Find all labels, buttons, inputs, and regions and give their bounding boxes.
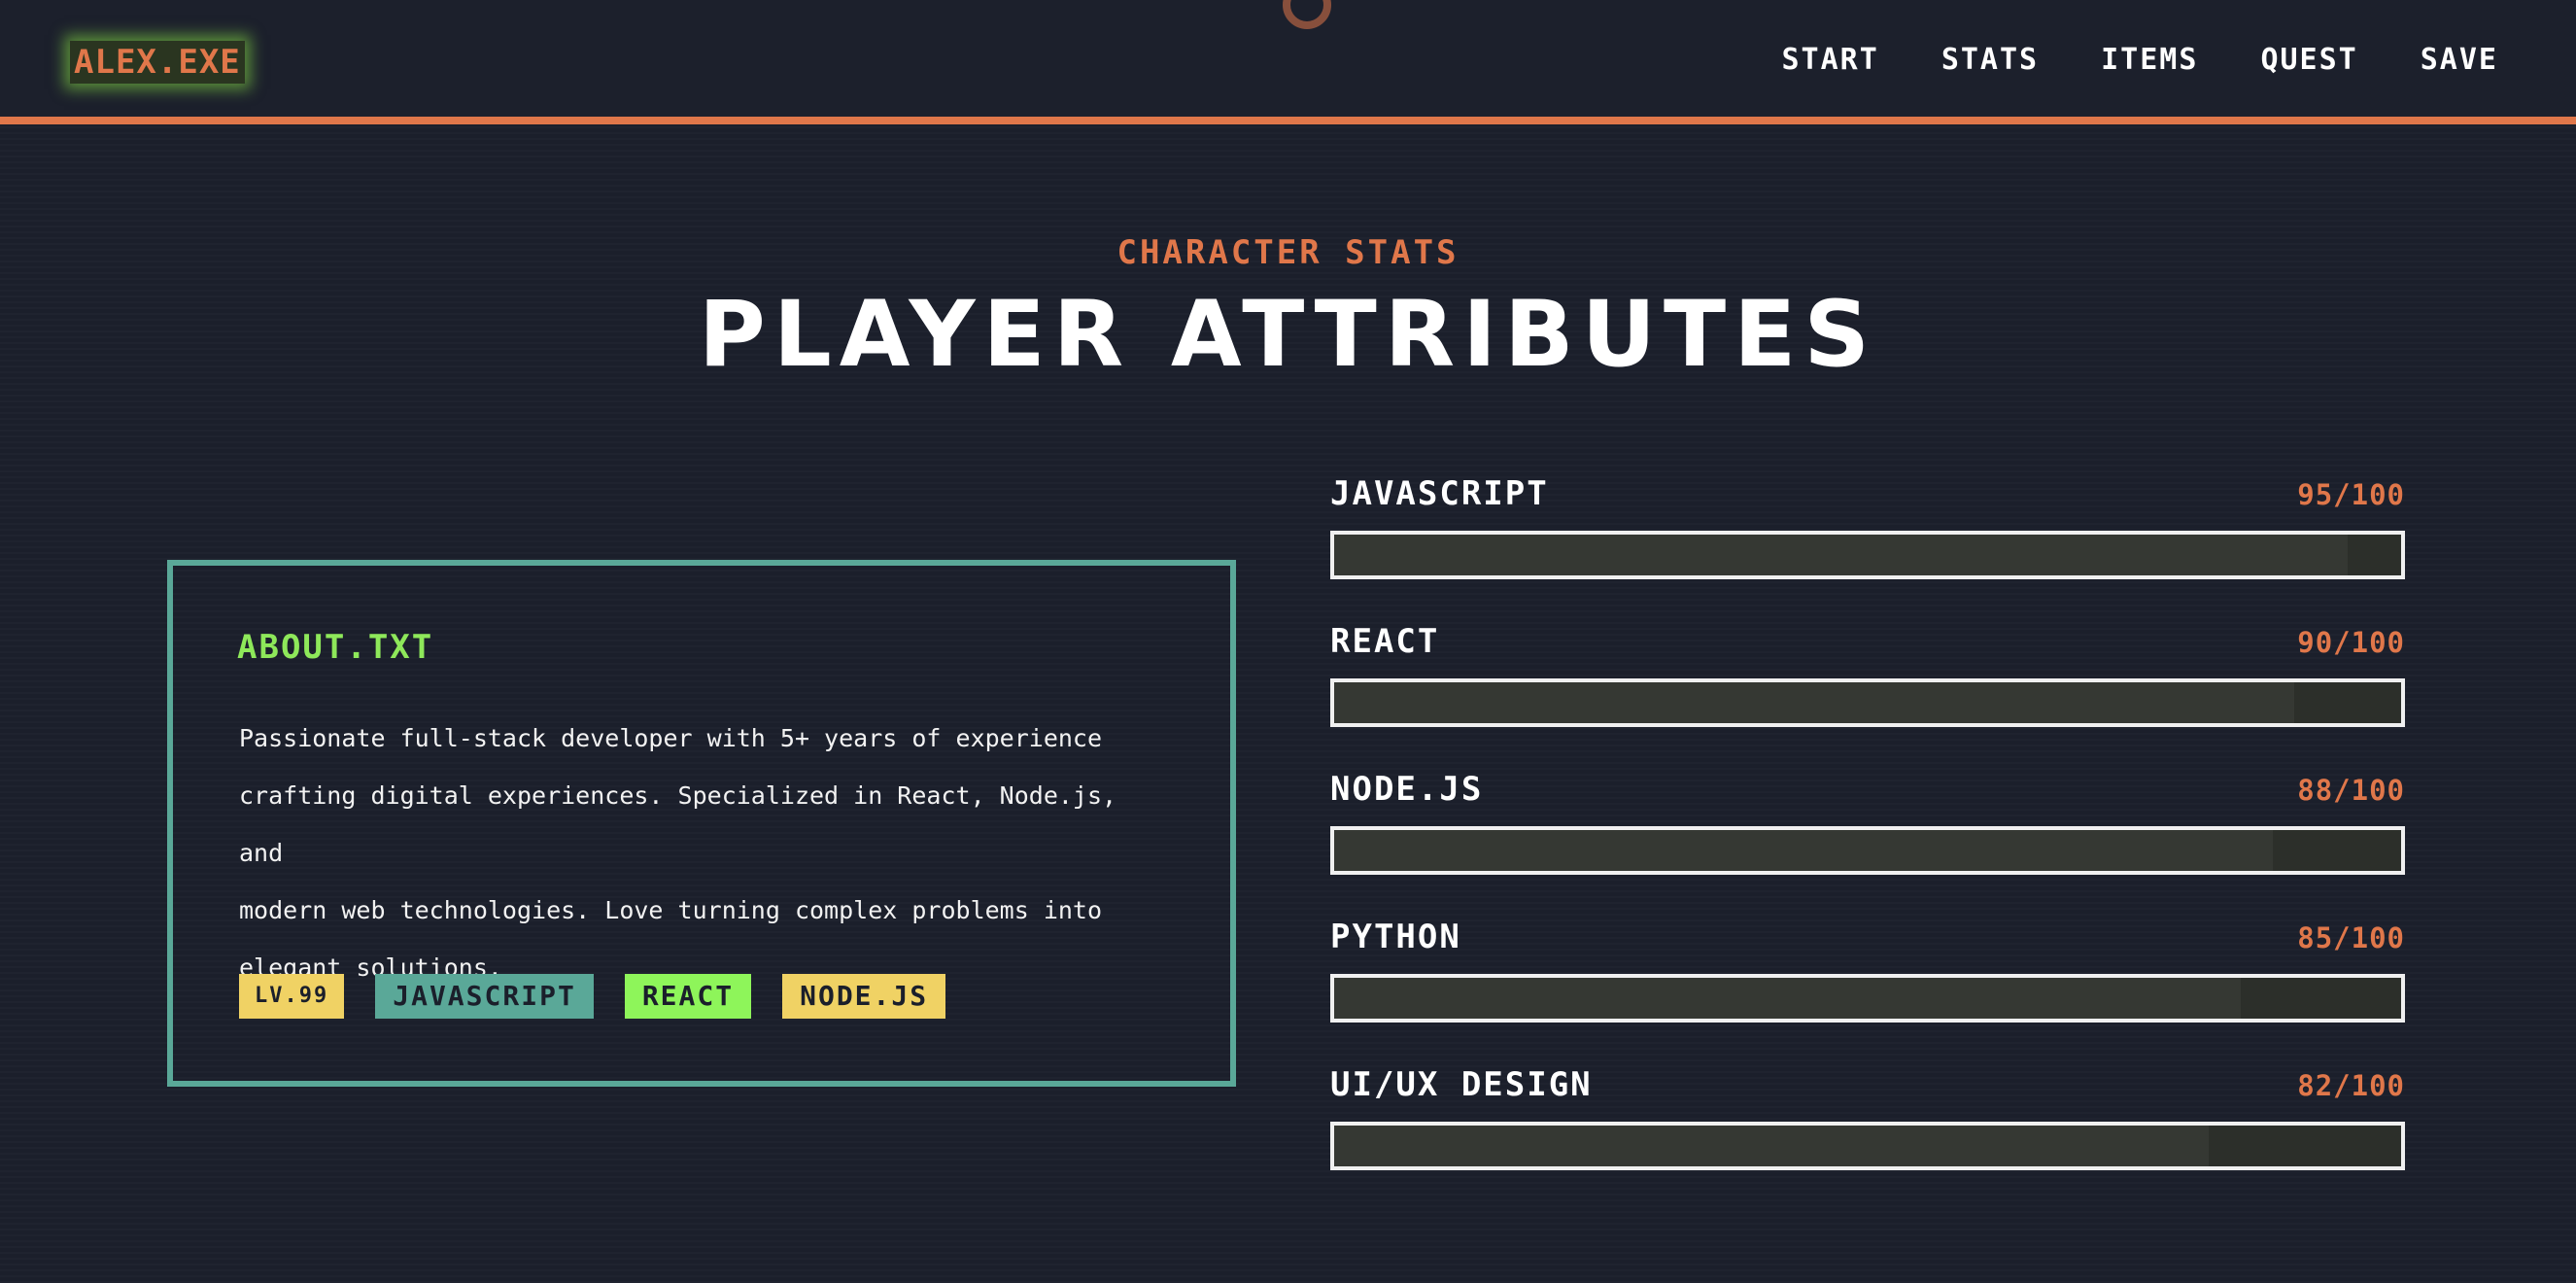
about-title: ABOUT.TXT <box>237 628 434 667</box>
about-text: Passionate full-stack developer with 5+ … <box>239 710 1172 996</box>
main-nav: START STATS ITEMS QUEST SAVE <box>1782 43 2499 77</box>
skill-bar <box>1330 826 2405 875</box>
about-line: crafting digital experiences. Specialize… <box>239 781 1117 867</box>
top-nav-bar: ALEX.EXE START STATS ITEMS QUEST SAVE <box>0 0 2576 124</box>
about-panel: ABOUT.TXT Passionate full-stack develope… <box>167 560 1236 1087</box>
level-badge: LV.99 <box>239 974 345 1019</box>
skill-row: NODE.JS 88/100 <box>1330 770 2405 918</box>
skill-name: REACT <box>1330 622 1440 661</box>
about-line: modern web technologies. Love turning co… <box>239 896 1103 924</box>
tag-react: REACT <box>624 974 752 1019</box>
skill-row: JAVASCRIPT 95/100 <box>1330 474 2405 622</box>
skill-bar <box>1330 531 2405 579</box>
site-logo[interactable]: ALEX.EXE <box>70 41 245 84</box>
skill-bar-fill <box>1334 978 2242 1019</box>
about-line: Passionate full-stack developer with 5+ … <box>239 724 1103 752</box>
skill-value: 90/100 <box>2297 626 2405 659</box>
nav-stats[interactable]: STATS <box>1941 43 2039 77</box>
skill-value: 82/100 <box>2297 1069 2405 1102</box>
nav-quest[interactable]: QUEST <box>2260 43 2357 77</box>
tag-javascript: JAVASCRIPT <box>375 974 594 1019</box>
nav-save[interactable]: SAVE <box>2421 43 2498 77</box>
skill-value: 85/100 <box>2297 921 2405 954</box>
skill-bar-fill <box>1334 682 2295 723</box>
skill-bar <box>1330 974 2405 1023</box>
skill-value: 95/100 <box>2297 478 2405 511</box>
tag-nodejs: NODE.JS <box>782 974 946 1019</box>
skill-name: JAVASCRIPT <box>1330 474 1549 513</box>
skill-list: JAVASCRIPT 95/100 REACT 90/100 NODE.JS 8… <box>1330 474 2405 1213</box>
section-title: PLAYER ATTRIBUTES <box>698 282 1878 388</box>
tag-list: LV.99 JAVASCRIPT REACT NODE.JS <box>239 974 946 1019</box>
skill-bar <box>1330 1122 2405 1170</box>
section-subtitle: CHARACTER STATS <box>1116 233 1460 272</box>
skill-bar-fill <box>1334 535 2349 575</box>
decorative-ring-icon <box>1283 0 1331 29</box>
skill-name: UI/UX DESIGN <box>1330 1065 1593 1104</box>
skill-row: REACT 90/100 <box>1330 622 2405 770</box>
skill-bar-fill <box>1334 830 2274 871</box>
skill-name: PYTHON <box>1330 918 1461 956</box>
skill-bar <box>1330 678 2405 727</box>
nav-start[interactable]: START <box>1782 43 1879 77</box>
skill-row: UI/UX DESIGN 82/100 <box>1330 1065 2405 1213</box>
nav-items[interactable]: ITEMS <box>2101 43 2198 77</box>
skill-name: NODE.JS <box>1330 770 1484 809</box>
skill-row: PYTHON 85/100 <box>1330 918 2405 1065</box>
skill-bar-fill <box>1334 1126 2210 1166</box>
skill-value: 88/100 <box>2297 774 2405 807</box>
